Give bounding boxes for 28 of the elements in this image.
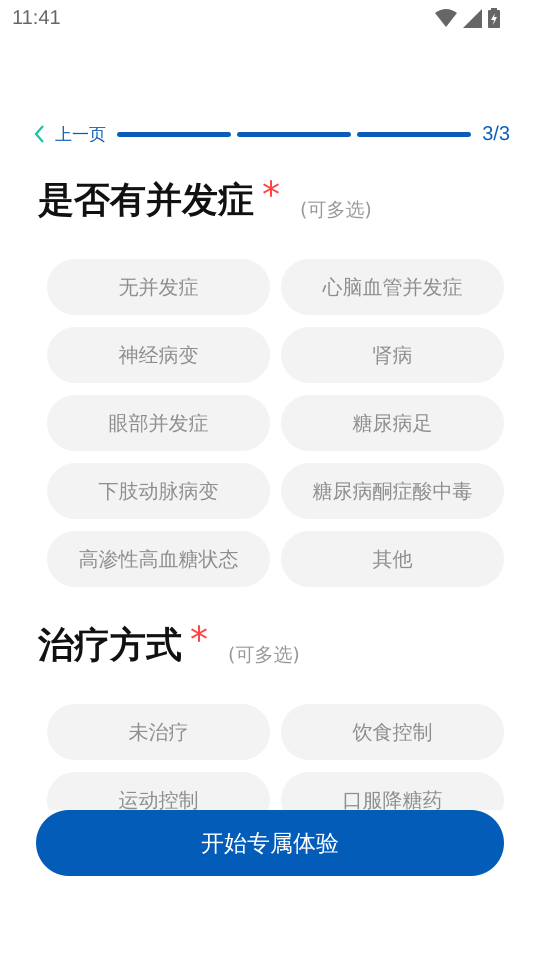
option-chip[interactable]: 糖尿病足 [281,395,504,451]
chevron-left-icon [34,125,45,143]
section-title: 是否有并发症 [38,179,254,223]
required-mark: * [262,178,280,214]
option-chip[interactable]: 无并发症 [47,259,270,315]
start-button[interactable]: 开始专属体验 [36,810,504,876]
step-counter: 3/3 [482,122,510,146]
option-chip[interactable]: 口服降糖药 [281,772,504,810]
section-hint: (可多选) [300,198,372,223]
option-chip[interactable]: 其他 [281,531,504,587]
option-chip[interactable]: 肾病 [281,327,504,383]
signal-icon [463,8,482,28]
option-chip[interactable]: 心脑血管并发症 [281,259,504,315]
back-button[interactable]: 上一页 [34,122,106,146]
option-chip[interactable]: 高渗性高血糖状态 [47,531,270,587]
required-mark: * [190,623,208,659]
option-chip[interactable]: 未治疗 [47,704,270,760]
option-chip[interactable]: 眼部并发症 [47,395,270,451]
battery-icon [488,8,500,28]
option-chip[interactable]: 饮食控制 [281,704,504,760]
section-title: 治疗方式 [38,624,182,668]
option-chip[interactable]: 下肢动脉病变 [47,463,270,519]
option-chip[interactable]: 神经病变 [47,327,270,383]
option-chip[interactable]: 运动控制 [47,772,270,810]
status-time: 11:41 [12,6,61,30]
wifi-icon [435,9,457,27]
option-chip[interactable]: 糖尿病酮症酸中毒 [281,463,504,519]
section-hint: (可多选) [228,643,300,668]
